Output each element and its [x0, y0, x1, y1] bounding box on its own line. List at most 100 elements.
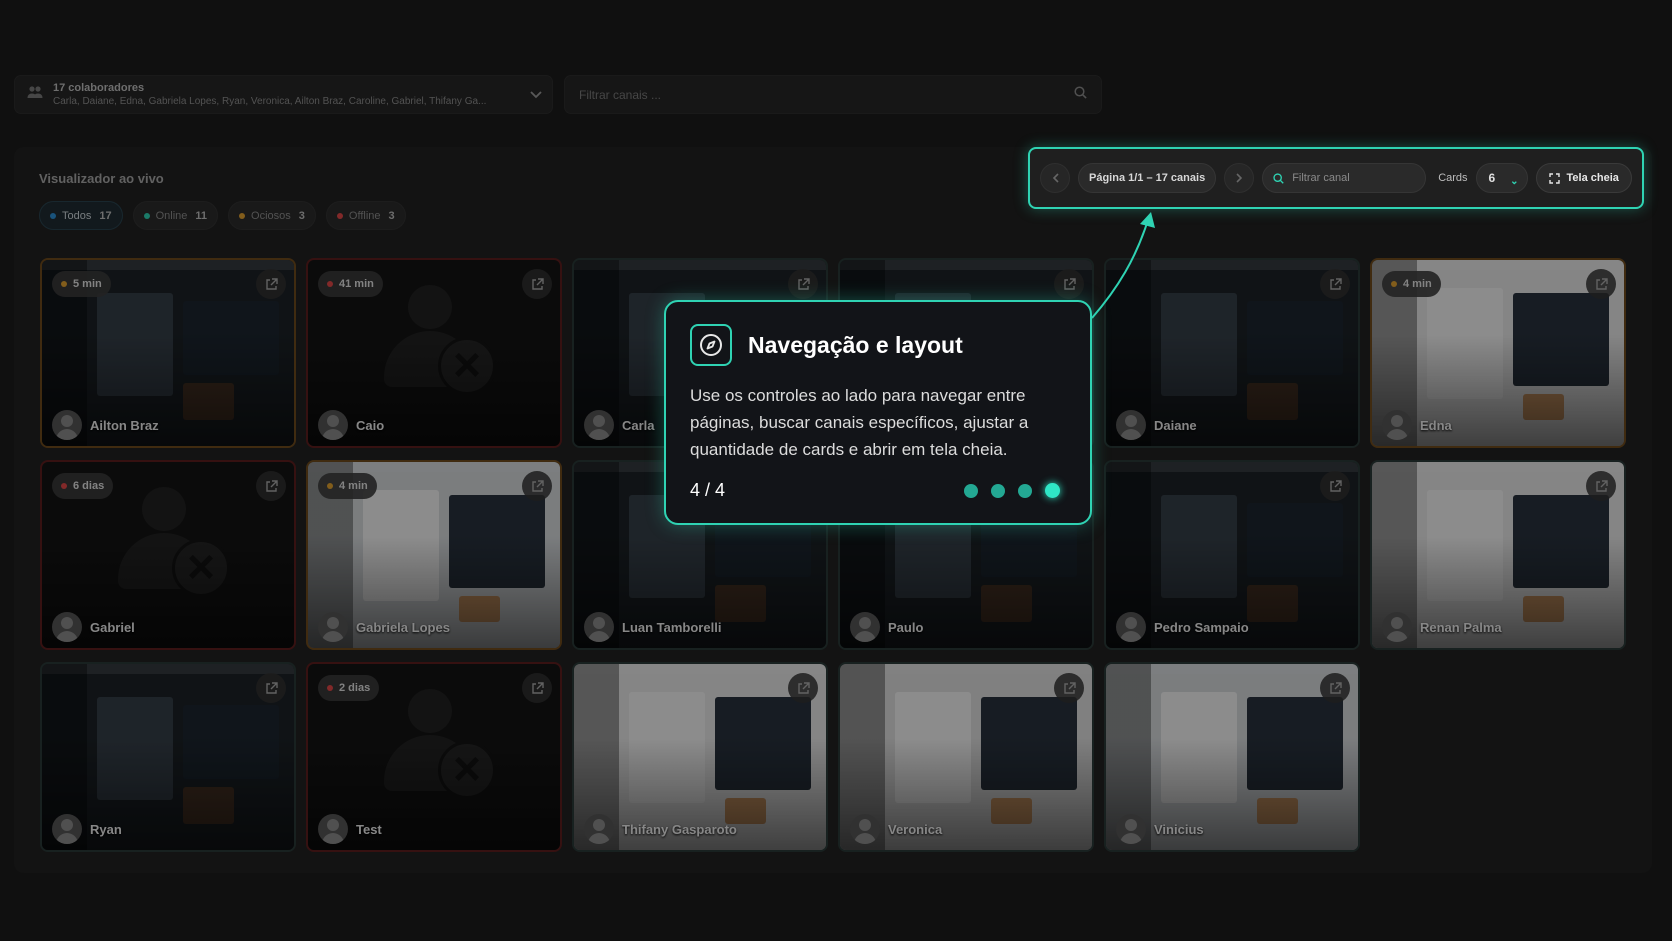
chevron-down-icon: ⌄ [1510, 175, 1519, 187]
chevron-down-icon[interactable] [530, 86, 542, 104]
open-external-button[interactable] [788, 673, 818, 703]
open-external-button[interactable] [1320, 471, 1350, 501]
channel-card[interactable]: Renan Palma [1370, 460, 1626, 650]
channel-card[interactable]: Daiane [1104, 258, 1360, 448]
channel-filter-placeholder: Filtrar canal [1292, 172, 1350, 184]
filter-chip-idle[interactable]: Ociosos 3 [228, 201, 316, 230]
external-link-icon [1063, 277, 1076, 290]
open-external-button[interactable] [256, 471, 286, 501]
inactivity-badge: 41 min [318, 271, 383, 297]
collaborators-names: Carla, Daiane, Edna, Gabriela Lopes, Rya… [53, 95, 487, 107]
open-external-button[interactable] [1320, 673, 1350, 703]
card-footer: Ailton Braz [52, 410, 159, 440]
avatar [584, 814, 614, 844]
top-bar: 17 colaboradores Carla, Daiane, Edna, Ga… [14, 75, 1102, 114]
progress-dot[interactable] [991, 483, 1005, 498]
avatar [1116, 410, 1146, 440]
progress-dot[interactable] [964, 483, 978, 498]
inactivity-badge: 5 min [52, 271, 111, 297]
avatar [1116, 814, 1146, 844]
channel-card[interactable]: 5 min Ailton Braz [40, 258, 296, 448]
tooltip-progress-dots [964, 483, 1060, 498]
channel-card[interactable]: ×2 diasTest [306, 662, 562, 852]
channel-search-input[interactable] [579, 87, 1039, 102]
open-external-button[interactable] [1054, 673, 1084, 703]
open-external-button[interactable] [256, 269, 286, 299]
open-external-button[interactable] [1586, 471, 1616, 501]
channel-card[interactable]: Pedro Sampaio [1104, 460, 1360, 650]
card-footer: Daiane [1116, 410, 1197, 440]
filter-chip-offline[interactable]: Offline 3 [325, 201, 406, 230]
status-dot [327, 483, 333, 489]
fullscreen-label: Tela cheia [1566, 172, 1619, 184]
open-external-button[interactable] [522, 673, 552, 703]
search-icon[interactable] [1074, 85, 1087, 104]
avatar [1382, 612, 1412, 642]
channel-card[interactable]: Vinicius [1104, 662, 1360, 852]
open-external-button[interactable] [788, 269, 818, 299]
collaborator-name: Luan Tamborelli [622, 619, 722, 635]
prev-page-button[interactable] [1040, 163, 1070, 193]
status-dot [327, 685, 333, 691]
inactivity-badge: 6 dias [52, 473, 114, 499]
collaborator-name: Test [356, 821, 382, 837]
channel-search [564, 75, 1102, 114]
inactivity-badge: 4 min [1382, 271, 1441, 297]
avatar [52, 612, 82, 642]
channel-card[interactable]: 4 min Edna [1370, 258, 1626, 448]
channel-card[interactable]: 4 min Gabriela Lopes [306, 460, 562, 650]
inactivity-badge: 2 dias [318, 675, 380, 701]
avatar [1116, 612, 1146, 642]
open-external-button[interactable] [1586, 269, 1616, 299]
card-footer: Luan Tamborelli [584, 612, 721, 642]
next-page-button[interactable] [1224, 163, 1255, 193]
open-external-button[interactable] [256, 673, 286, 703]
tooltip-title: Navegação e layout [748, 331, 963, 358]
collaborator-name: Pedro Sampaio [1154, 619, 1249, 635]
collaborator-name: Gabriela Lopes [356, 619, 450, 635]
filter-chip-online[interactable]: Online 11 [132, 201, 219, 230]
status-dot [143, 212, 150, 219]
cards-per-page-select[interactable]: 6 ⌄ [1475, 163, 1528, 193]
channel-card[interactable]: ×6 diasGabriel [40, 460, 296, 650]
external-link-icon [1329, 277, 1342, 290]
status-filters: Todos 17 Online 11 Ociosos 3 Offline 3 [39, 201, 406, 230]
external-link-icon [265, 479, 278, 492]
channel-filter-input[interactable]: Filtrar canal [1262, 163, 1427, 193]
status-dot [61, 483, 67, 489]
external-link-icon [1063, 681, 1076, 694]
avatar [318, 410, 348, 440]
avatar [584, 410, 614, 440]
panel-title: Visualizador ao vivo [39, 171, 164, 186]
channel-card[interactable]: Ryan [40, 662, 296, 852]
external-link-icon [797, 277, 810, 290]
card-footer: Paulo [850, 612, 923, 642]
channel-card[interactable]: Thifany Gasparoto [572, 662, 828, 852]
inactivity-badge: 4 min [318, 473, 377, 499]
open-external-button[interactable] [522, 471, 552, 501]
collaborators-selector[interactable]: 17 colaboradores Carla, Daiane, Edna, Ga… [14, 75, 553, 114]
chevron-right-icon [1236, 173, 1242, 183]
card-footer: Gabriela Lopes [318, 612, 450, 642]
inactivity-time: 5 min [73, 278, 102, 290]
channel-card[interactable]: ×41 minCaio [306, 258, 562, 448]
progress-dot[interactable] [1045, 483, 1060, 498]
open-external-button[interactable] [1054, 269, 1084, 299]
external-link-icon [1595, 479, 1608, 492]
cards-label: Cards [1438, 172, 1468, 184]
filter-chip-label: Todos [62, 209, 92, 222]
collaborator-name: Ryan [90, 821, 122, 837]
tour-tooltip: Navegação e layout Use os controles ao l… [664, 300, 1092, 525]
card-footer: Test [318, 814, 382, 844]
fullscreen-button[interactable]: Tela cheia [1535, 163, 1632, 193]
open-external-button[interactable] [522, 269, 552, 299]
external-link-icon [531, 277, 544, 290]
channel-card[interactable]: Veronica [838, 662, 1094, 852]
filter-chip-all[interactable]: Todos 17 [39, 201, 123, 230]
collaborator-name: Veronica [888, 821, 943, 837]
open-external-button[interactable] [1320, 269, 1350, 299]
external-link-icon [265, 681, 278, 694]
card-footer: Gabriel [52, 612, 135, 642]
tooltip-step: 4 / 4 [690, 480, 726, 500]
progress-dot[interactable] [1018, 483, 1032, 498]
